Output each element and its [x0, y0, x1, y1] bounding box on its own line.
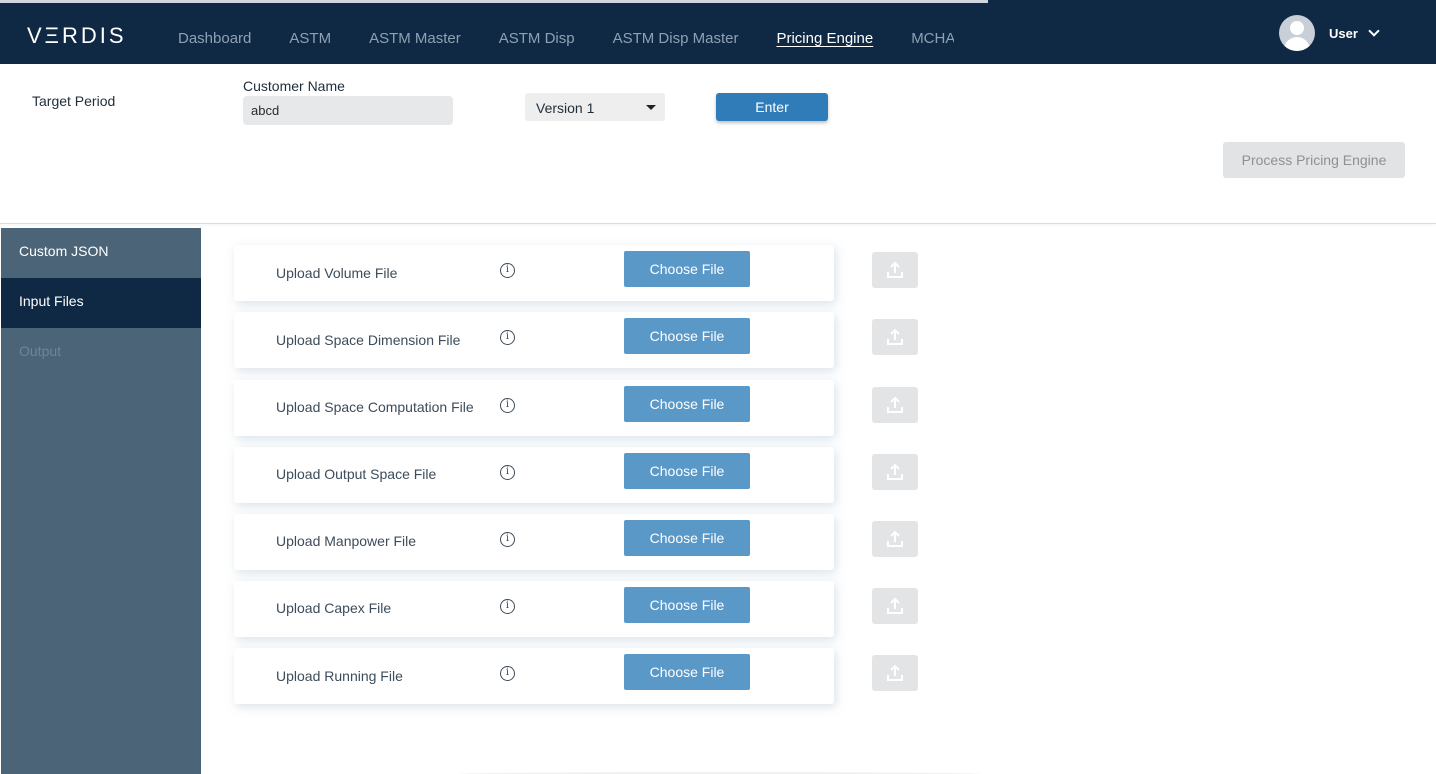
customer-name-label: Customer Name: [243, 78, 345, 94]
nav-astm[interactable]: ASTM: [289, 30, 331, 47]
choose-file-button[interactable]: Choose File: [624, 520, 750, 556]
upload-button[interactable]: [872, 319, 918, 355]
nav-astm-disp[interactable]: ASTM Disp: [499, 30, 575, 47]
info-icon[interactable]: i: [500, 465, 515, 480]
upload-button[interactable]: [872, 655, 918, 691]
info-icon[interactable]: i: [500, 398, 515, 413]
target-period-label: Target Period: [32, 93, 116, 109]
top-navbar: VΞRDIS Dashboard ASTM ASTM Master ASTM D…: [0, 0, 1436, 64]
upload-icon: [887, 530, 903, 547]
upload-card-capex: Upload Capex File i Choose File: [234, 581, 834, 637]
upload-card-space-dimension: Upload Space Dimension File i Choose Fil…: [234, 312, 834, 368]
upload-label: Upload Output Space File: [276, 466, 437, 482]
process-pricing-engine-button[interactable]: Process Pricing Engine: [1223, 142, 1405, 178]
upload-label: Upload Capex File: [276, 600, 392, 616]
choose-file-button[interactable]: Choose File: [624, 453, 750, 489]
upload-button[interactable]: [872, 454, 918, 490]
user-menu[interactable]: User: [1279, 15, 1380, 51]
upload-label: Upload Space Computation File: [276, 399, 474, 415]
sidebar-item-custom-json[interactable]: Custom JSON: [1, 228, 201, 278]
nav-dashboard[interactable]: Dashboard: [178, 30, 251, 47]
upload-label: Upload Running File: [276, 668, 403, 684]
nav-astm-disp-master[interactable]: ASTM Disp Master: [613, 30, 739, 47]
choose-file-button[interactable]: Choose File: [624, 386, 750, 422]
upload-button[interactable]: [872, 588, 918, 624]
version-select[interactable]: Version 1: [525, 93, 665, 121]
info-icon[interactable]: i: [500, 263, 515, 278]
upload-icon: [887, 463, 903, 480]
upload-card-output-space: Upload Output Space File i Choose File: [234, 447, 834, 503]
nav-astm-master[interactable]: ASTM Master: [369, 30, 461, 47]
choose-file-button[interactable]: Choose File: [624, 587, 750, 623]
main-nav: Dashboard ASTM ASTM Master ASTM Disp AST…: [178, 30, 954, 52]
upload-icon: [887, 597, 903, 614]
upload-icon: [887, 664, 903, 681]
user-name: User: [1329, 25, 1358, 41]
app-logo[interactable]: VΞRDIS: [27, 23, 127, 49]
sidebar-item-input-files[interactable]: Input Files: [1, 278, 201, 328]
upload-icon: [887, 396, 903, 413]
choose-file-button[interactable]: Choose File: [624, 251, 750, 287]
nav-mcha[interactable]: MCHA: [911, 30, 954, 47]
chevron-down-icon: [1368, 25, 1380, 37]
choose-file-button[interactable]: Choose File: [624, 318, 750, 354]
top-accent-line: [0, 0, 988, 3]
info-icon[interactable]: i: [500, 330, 515, 345]
upload-button[interactable]: [872, 387, 918, 423]
upload-icon: [887, 261, 903, 278]
upload-icon: [887, 328, 903, 345]
upload-label: Upload Space Dimension File: [276, 332, 461, 348]
enter-button[interactable]: Enter: [716, 93, 828, 121]
sidebar: Custom JSON Input Files Output: [1, 228, 201, 774]
sidebar-item-output[interactable]: Output: [1, 328, 201, 378]
avatar-icon: [1279, 15, 1315, 51]
caret-down-icon: [646, 105, 656, 110]
info-icon[interactable]: i: [500, 666, 515, 681]
info-icon[interactable]: i: [500, 599, 515, 614]
choose-file-button[interactable]: Choose File: [624, 654, 750, 690]
upload-label: Upload Manpower File: [276, 533, 417, 549]
upload-button[interactable]: [872, 521, 918, 557]
upload-card-space-computation: Upload Space Computation File i Choose F…: [234, 380, 834, 436]
customer-name-input[interactable]: [243, 96, 453, 125]
version-selected-value: Version 1: [536, 100, 595, 116]
upload-card-volume: Upload Volume File i Choose File: [234, 245, 834, 301]
info-icon[interactable]: i: [500, 532, 515, 547]
upload-label: Upload Volume File: [276, 265, 398, 281]
upload-button[interactable]: [872, 252, 918, 288]
nav-pricing-engine[interactable]: Pricing Engine: [776, 30, 873, 47]
section-divider: [0, 223, 1436, 224]
upload-card-manpower: Upload Manpower File i Choose File: [234, 514, 834, 570]
upload-card-running: Upload Running File i Choose File: [234, 648, 834, 704]
